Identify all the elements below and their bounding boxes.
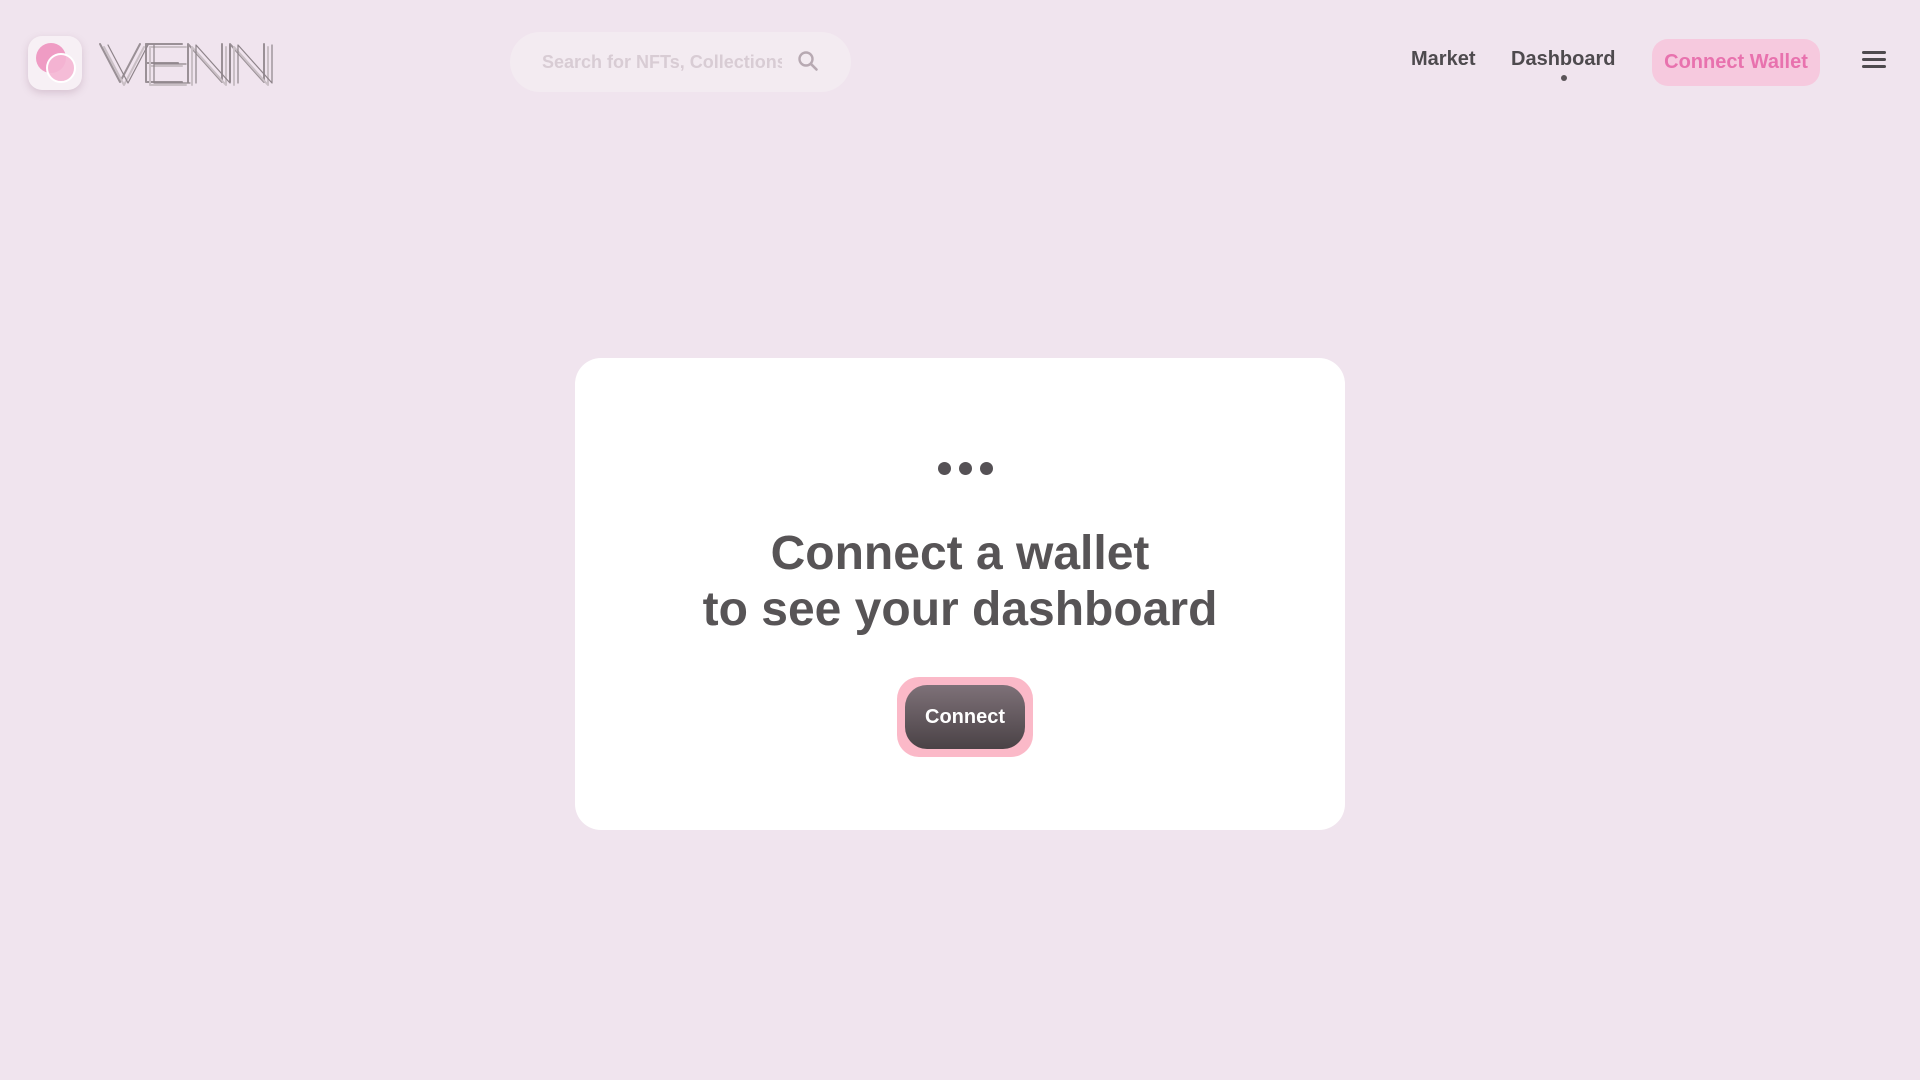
search-input[interactable] xyxy=(542,51,782,73)
nav-market-link[interactable]: Market xyxy=(1411,48,1475,71)
connect-wallet-card: Connect a wallet to see your dashboard C… xyxy=(575,358,1345,830)
card-title: Connect a wallet to see your dashboard xyxy=(575,526,1345,638)
connect-button[interactable]: Connect xyxy=(905,685,1025,749)
search-icon[interactable] xyxy=(797,50,819,72)
active-nav-indicator xyxy=(1561,75,1567,81)
venn-logo-icon[interactable] xyxy=(28,36,82,90)
hamburger-menu-icon[interactable] xyxy=(1862,49,1886,71)
top-navigation-bar: VENN xyxy=(0,0,1920,124)
connect-wallet-button[interactable]: Connect Wallet xyxy=(1652,39,1820,86)
ellipsis-icon xyxy=(938,462,994,476)
nav-dashboard-link[interactable]: Dashboard xyxy=(1511,48,1615,71)
card-title-line-1: Connect a wallet xyxy=(770,527,1150,580)
venn-wordmark-logo[interactable]: VENN xyxy=(98,36,282,88)
search-bar xyxy=(510,32,851,92)
card-title-line-2: to see your dashboard xyxy=(702,583,1218,636)
